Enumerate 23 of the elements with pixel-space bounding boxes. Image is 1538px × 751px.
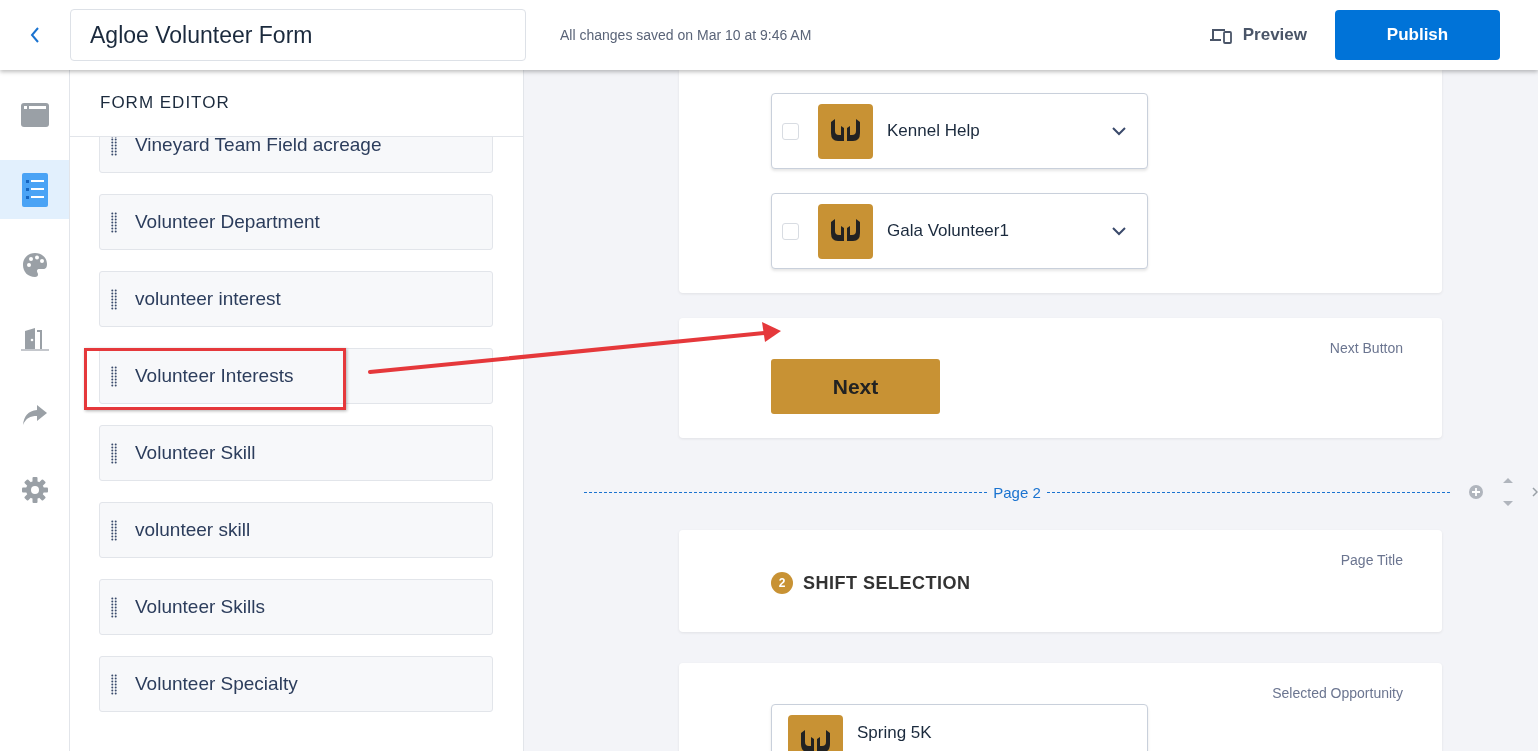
field-item[interactable]: Volunteer Skills (99, 579, 493, 635)
page-divider-label: Page 2 (993, 483, 1041, 501)
field-item[interactable]: volunteer interest (99, 271, 493, 327)
opportunity-option[interactable]: Gala Volunteer1 (771, 193, 1148, 269)
save-status: All changes saved on Mar 10 at 9:46 AM (560, 27, 812, 43)
selected-opportunity: Spring 5K (771, 704, 1148, 751)
panel-title: FORM EDITOR (100, 93, 230, 113)
field-item[interactable]: Volunteer Specialty (99, 656, 493, 712)
field-item[interactable]: Volunteer Skill (99, 425, 493, 481)
page-number-badge: 2 (771, 572, 793, 594)
form-title-field[interactable]: Agloe Volunteer Form (70, 9, 526, 61)
card-label: Selected Opportunity (1272, 685, 1403, 701)
preview-button[interactable]: Preview (1202, 24, 1313, 46)
field-item[interactable]: Vineyard Team Field acreage (99, 137, 493, 173)
field-item[interactable]: Volunteer Interests (99, 348, 493, 404)
page-title: SHIFT SELECTION (803, 572, 971, 594)
card-label: Page Title (1340, 552, 1403, 568)
card-label: Next Button (1329, 340, 1403, 356)
field-item[interactable]: volunteer skill (99, 502, 493, 558)
field-item[interactable]: Volunteer Department (99, 194, 493, 250)
next-button[interactable]: Next (771, 359, 940, 414)
publish-button[interactable]: Publish (1335, 10, 1500, 60)
opportunity-option[interactable]: Kennel Help (771, 93, 1148, 169)
